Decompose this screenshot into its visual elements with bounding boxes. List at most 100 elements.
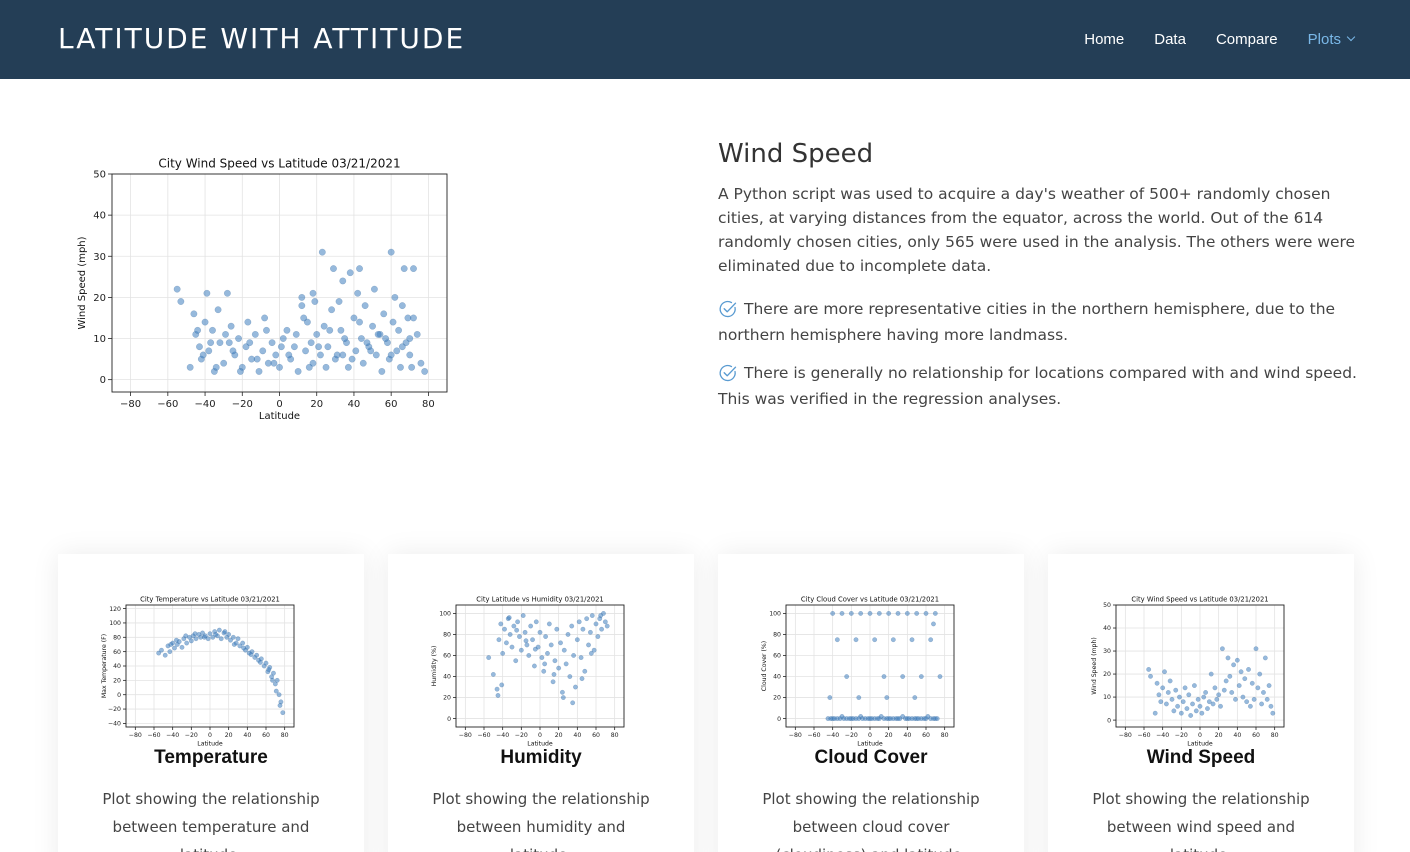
card-temperature[interactable]: −80 −60 −40 −20 0 20 40 60 80 −40 −20 0 20 40 60 80 100 1… xyxy=(58,554,364,852)
data-point xyxy=(1163,701,1169,707)
data-point xyxy=(1251,696,1257,702)
data-point xyxy=(558,640,563,646)
nav-plots-dropdown[interactable]: Plots xyxy=(1308,31,1356,48)
data-point xyxy=(236,367,244,375)
data-point xyxy=(168,642,174,647)
data-point xyxy=(1261,690,1266,695)
y-tick-label: 30 xyxy=(93,252,106,263)
y-tick-label: 0 xyxy=(117,692,121,699)
card-wind-speed[interactable]: −80 −60 −40 −20 0 20 40 60 80 0 10 20 30 40 50 City Win… xyxy=(1048,554,1354,852)
data-point xyxy=(285,351,293,359)
data-point xyxy=(830,610,836,616)
data-point xyxy=(932,610,938,616)
data-point xyxy=(322,363,330,371)
y-tick-label: 20 xyxy=(773,695,781,702)
x-tick-label: −80 xyxy=(789,732,802,739)
data-point xyxy=(162,652,168,658)
nav-home-link[interactable]: Home xyxy=(1084,31,1124,48)
data-point xyxy=(203,289,211,297)
data-point xyxy=(1262,655,1268,661)
y-tick-label: 60 xyxy=(113,649,121,656)
data-point xyxy=(550,679,556,685)
data-point xyxy=(253,355,261,363)
y-tick-label: −40 xyxy=(108,721,121,728)
data-point xyxy=(496,637,502,643)
data-point xyxy=(183,633,189,639)
data-point xyxy=(359,359,367,367)
data-point xyxy=(350,314,358,322)
x-tick-label: 60 xyxy=(262,732,270,739)
x-tick-label: 80 xyxy=(1271,732,1279,739)
data-point xyxy=(397,363,404,371)
data-point xyxy=(834,637,840,643)
data-point xyxy=(1208,671,1214,677)
data-point xyxy=(201,634,207,640)
data-point xyxy=(495,692,501,698)
y-axis-label: Wind Speed (mph) xyxy=(77,236,88,329)
data-point xyxy=(914,610,920,616)
data-point xyxy=(500,650,506,656)
site-logo[interactable]: LATITUDE WITH ATTITUDE xyxy=(58,22,465,55)
data-point xyxy=(398,343,406,351)
data-point xyxy=(571,653,577,658)
data-point xyxy=(235,335,243,342)
data-point xyxy=(274,677,280,683)
card-title: Wind Speed xyxy=(1146,747,1256,768)
info-section: Wind Speed A Python script was used to a… xyxy=(718,138,1358,424)
data-point xyxy=(486,655,492,661)
data-point xyxy=(1180,699,1186,705)
data-point xyxy=(193,636,199,642)
data-point xyxy=(254,652,260,658)
data-point xyxy=(316,351,324,359)
data-point xyxy=(931,621,936,627)
data-point xyxy=(499,682,505,688)
data-point xyxy=(912,695,918,701)
data-point xyxy=(1148,673,1153,679)
data-point xyxy=(276,363,283,371)
data-point xyxy=(554,626,560,632)
x-tick-label: 80 xyxy=(281,732,289,739)
data-point xyxy=(263,326,270,334)
data-point xyxy=(589,613,595,618)
data-point xyxy=(1257,671,1263,677)
data-point xyxy=(167,649,173,655)
chart-title: City Cloud Cover vs Latitude 03/21/2021 xyxy=(801,595,939,603)
nav-data-link[interactable]: Data xyxy=(1154,31,1186,48)
data-point xyxy=(523,638,529,644)
card-humidity[interactable]: −80 −60 −40 −20 0 20 40 60 80 0 20 40 60 80 100 City La… xyxy=(388,554,694,852)
data-point xyxy=(1146,667,1152,672)
x-tick-label: 60 xyxy=(385,399,398,410)
nav-compare-link[interactable]: Compare xyxy=(1216,31,1278,48)
data-point xyxy=(222,629,228,635)
x-tick-label: 20 xyxy=(555,732,563,739)
data-point xyxy=(1199,710,1205,716)
data-point xyxy=(1188,713,1194,718)
data-point xyxy=(1270,710,1276,716)
data-point xyxy=(389,318,397,326)
y-tick-label: 30 xyxy=(1103,648,1111,655)
data-point xyxy=(1247,703,1253,709)
card-cloud-cover[interactable]: −80 −60 −40 −20 0 20 40 60 80 0 20 40 60 80 100 City Cl… xyxy=(718,554,1024,852)
data-point xyxy=(417,359,425,367)
data-point xyxy=(209,326,216,334)
data-point xyxy=(490,671,496,677)
data-point xyxy=(213,631,219,637)
wind-speed-chart-svg: −80 −60 −40 −20 0 20 40 60 80 0 10 20 30 40 50 City Win… xyxy=(1091,595,1285,747)
data-point xyxy=(598,613,604,618)
data-point xyxy=(1255,685,1261,691)
data-point xyxy=(1233,696,1238,702)
data-point xyxy=(298,293,306,301)
data-point xyxy=(300,314,308,322)
data-point xyxy=(1162,669,1167,675)
x-tick-label: 40 xyxy=(573,732,581,739)
data-point xyxy=(240,640,246,646)
data-point xyxy=(315,343,323,351)
y-tick-label: −20 xyxy=(108,706,121,713)
data-point xyxy=(406,335,414,342)
data-point xyxy=(188,638,194,644)
y-tick-label: 10 xyxy=(93,334,106,345)
x-tick-label: −40 xyxy=(496,732,509,739)
data-point xyxy=(1266,683,1272,689)
data-point xyxy=(199,351,207,359)
data-point xyxy=(184,640,190,646)
